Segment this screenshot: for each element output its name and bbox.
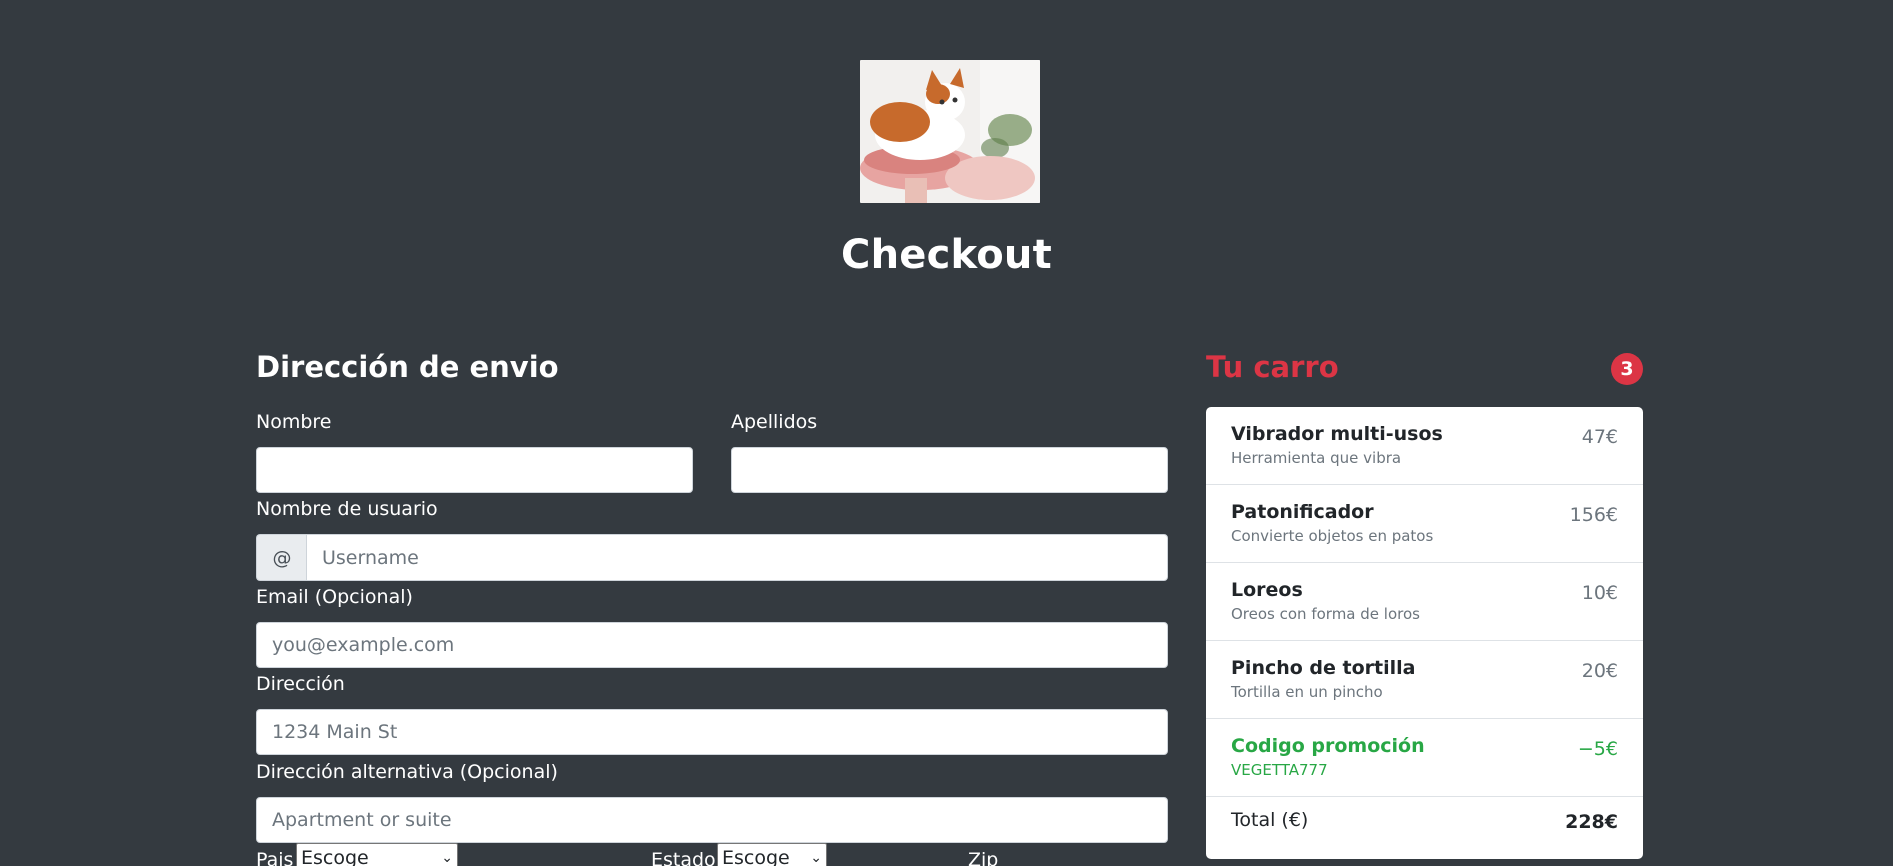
address2-input[interactable] [256, 797, 1168, 843]
page-title: Checkout [841, 232, 1052, 278]
first-name-label: Nombre [256, 411, 332, 433]
promo-code-label: Codigo promoción [1231, 735, 1425, 757]
chevron-down-icon: ⌄ [810, 850, 822, 866]
cart-item: Vibrador multi-usos Herramienta que vibr… [1206, 407, 1643, 485]
cart-item-price: 156€ [1569, 504, 1618, 526]
cart-item-name: Loreos [1231, 579, 1303, 601]
cart-item-name: Pincho de tortilla [1231, 657, 1416, 679]
address-label: Dirección [256, 673, 345, 695]
cart-item-desc: Oreos con forma de loros [1231, 605, 1420, 623]
cart-item-name: Vibrador multi-usos [1231, 423, 1443, 445]
first-name-input[interactable] [256, 447, 693, 493]
cart-item-desc: Convierte objetos en patos [1231, 527, 1434, 545]
address2-label: Dirección alternativa (Opcional) [256, 761, 558, 783]
last-name-label: Apellidos [731, 411, 818, 433]
chevron-down-icon: ⌄ [441, 850, 453, 866]
cart-item-name: Patonificador [1231, 501, 1374, 523]
cat-image [860, 60, 1040, 203]
promo-code-row: Codigo promoción VEGETTA777 −5€ [1206, 719, 1643, 797]
promo-code-value: VEGETTA777 [1231, 761, 1328, 779]
cat-photo [860, 60, 1040, 203]
zip-label: Zip [968, 849, 999, 866]
email-label: Email (Opcional) [256, 586, 413, 608]
cart-title: Tu carro [1206, 350, 1339, 384]
cart-item-desc: Tortilla en un pincho [1231, 683, 1383, 701]
email-input[interactable] [256, 622, 1168, 668]
cart-list: Vibrador multi-usos Herramienta que vibr… [1206, 407, 1643, 859]
at-sign-addon: @ [256, 534, 307, 581]
state-select[interactable]: Escoge ⌄ [717, 843, 827, 866]
state-select-value: Escoge [722, 847, 790, 866]
cart-item: Patonificador Convierte objetos en patos… [1206, 485, 1643, 563]
cart-item-price: 47€ [1581, 426, 1618, 448]
username-label: Nombre de usuario [256, 498, 438, 520]
cart-total-value: 228€ [1565, 811, 1618, 833]
username-input[interactable] [306, 534, 1168, 581]
state-label: Estado [651, 849, 716, 866]
cart-item-price: 10€ [1581, 582, 1618, 604]
cart-total-row: Total (€) 228€ [1206, 797, 1643, 859]
promo-discount: −5€ [1577, 738, 1618, 760]
country-select-value: Escoge [301, 847, 369, 866]
cart-item-price: 20€ [1581, 660, 1618, 682]
checkout-page: Checkout Dirección de envio Nombre Apell… [0, 0, 1893, 866]
shipping-section-title: Dirección de envio [256, 350, 559, 384]
country-label: Pais [256, 849, 294, 866]
cart-item: Pincho de tortilla Tortilla en un pincho… [1206, 641, 1643, 719]
country-select[interactable]: Escoge ⌄ [296, 843, 458, 866]
cart-count-badge: 3 [1611, 353, 1643, 385]
last-name-input[interactable] [731, 447, 1168, 493]
cart-item-desc: Herramienta que vibra [1231, 449, 1402, 467]
cart-item: Loreos Oreos con forma de loros 10€ [1206, 563, 1643, 641]
cart-total-label: Total (€) [1231, 809, 1309, 831]
address-input[interactable] [256, 709, 1168, 755]
